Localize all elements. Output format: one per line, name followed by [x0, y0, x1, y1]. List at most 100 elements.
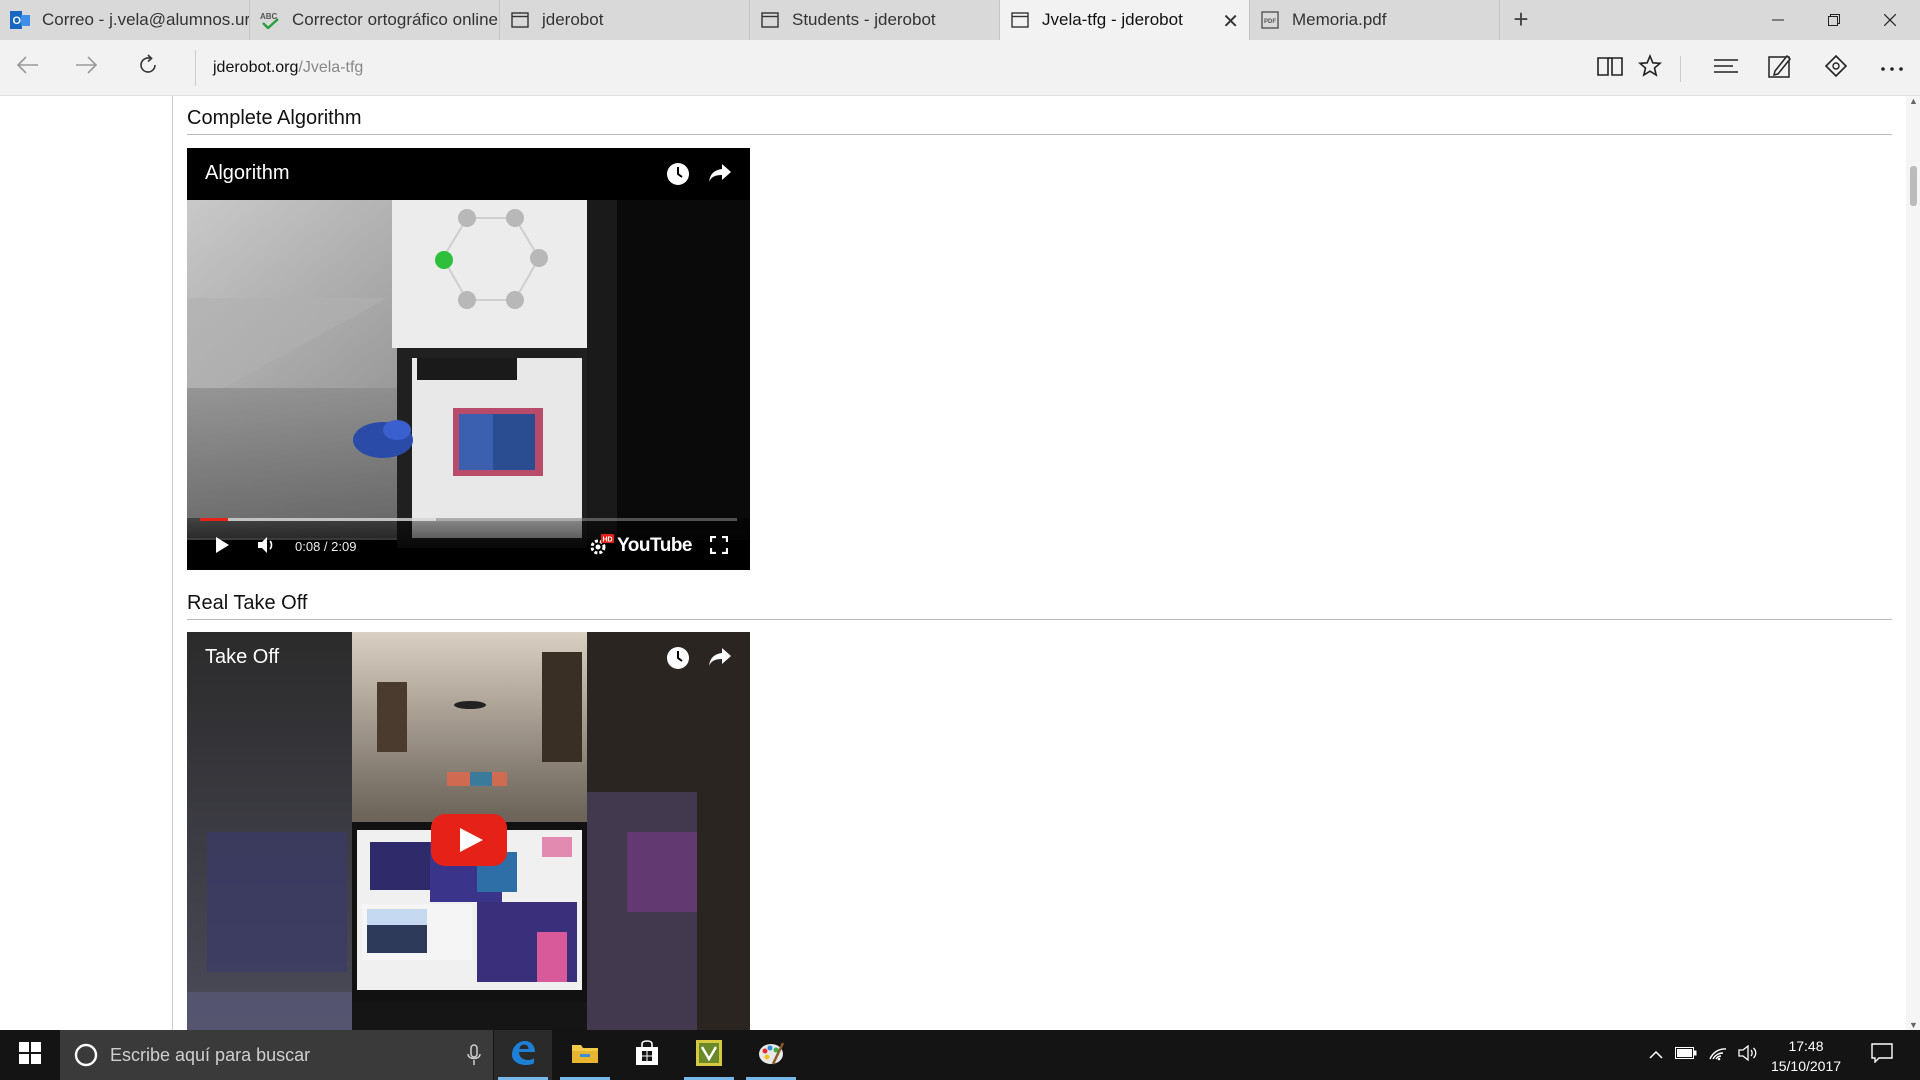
reading-view-button[interactable] — [1590, 50, 1630, 86]
close-tab-icon[interactable]: ✕ — [1222, 9, 1239, 34]
video-title: Algorithm — [205, 162, 290, 184]
section-divider — [187, 134, 1892, 135]
favorite-button[interactable] — [1630, 50, 1670, 86]
youtube-logo[interactable]: YouTube — [617, 535, 692, 557]
taskbar-app[interactable] — [680, 1030, 738, 1080]
paint-icon — [757, 1039, 785, 1072]
action-center-button[interactable] — [1862, 1030, 1902, 1080]
taskbar-edge[interactable] — [494, 1030, 552, 1080]
section-title-complete-algorithm: Complete Algorithm — [187, 107, 362, 129]
play-icon[interactable] — [213, 536, 231, 559]
section-title-real-take-off: Real Take Off — [187, 592, 308, 614]
chevron-up-icon — [1649, 1046, 1663, 1064]
fullscreen-icon[interactable] — [709, 535, 729, 559]
progress-track[interactable] — [200, 518, 737, 521]
scroll-up-arrow-icon[interactable]: ▲ — [1909, 96, 1918, 106]
forward-arrow-icon — [74, 54, 98, 82]
tab-label: Jvela-tfg - jderobot — [1042, 10, 1183, 29]
minimize-button[interactable] — [1750, 0, 1806, 40]
clock-icon[interactable] — [666, 162, 690, 191]
youtube-play-icon — [431, 814, 507, 870]
web-note-icon — [1767, 53, 1793, 84]
section-divider — [187, 619, 1892, 620]
page-icon — [510, 10, 530, 30]
show-hidden-icons-button[interactable] — [1644, 1030, 1668, 1080]
wifi-icon — [1708, 1045, 1728, 1066]
tab-students[interactable]: Students - jderobot — [750, 0, 1000, 40]
more-icon — [1880, 59, 1904, 77]
web-note-button[interactable] — [1760, 50, 1800, 86]
notification-icon — [1871, 1042, 1893, 1068]
pdf-icon: PDF — [1260, 10, 1280, 30]
refresh-icon — [136, 53, 160, 84]
microphone-icon[interactable] — [467, 1044, 481, 1071]
tab-jvela-tfg[interactable]: Jvela-tfg - jderobot ✕ — [1000, 0, 1250, 40]
share-button[interactable] — [1816, 50, 1856, 86]
tab-bar: O Correo - j.vela@alumnos.urj ABC Correc… — [0, 0, 1920, 40]
progress-played — [200, 518, 229, 521]
taskbar-paint[interactable] — [742, 1030, 800, 1080]
battery-icon — [1675, 1046, 1697, 1064]
navigation-bar: jderobot.org/Jvela-tfg — [0, 40, 1920, 96]
left-sidebar-border — [172, 96, 173, 1030]
youtube-play-button[interactable] — [431, 814, 507, 871]
taskbar-clock[interactable]: 17:48 15/10/2017 — [1756, 1036, 1856, 1076]
speaker-icon — [1738, 1044, 1758, 1066]
more-button[interactable] — [1872, 50, 1912, 86]
battery-status[interactable] — [1672, 1030, 1700, 1080]
address-bar[interactable]: jderobot.org/Jvela-tfg — [195, 50, 363, 86]
page-icon — [760, 10, 780, 30]
video-top-controls — [666, 162, 732, 191]
clock-date: 15/10/2017 — [1770, 1058, 1842, 1074]
toolbar-separator — [1680, 56, 1681, 82]
search-placeholder: Escribe aquí para buscar — [110, 1044, 311, 1065]
store-icon — [634, 1039, 660, 1071]
video-player-take-off[interactable]: Take Off — [187, 632, 750, 1030]
scroll-down-arrow-icon[interactable]: ▼ — [1909, 1020, 1918, 1030]
hub-button[interactable] — [1706, 50, 1746, 86]
favorite-star-icon — [1637, 53, 1663, 83]
taskbar-search[interactable]: Escribe aquí para buscar — [60, 1030, 493, 1080]
url-domain: jderobot.org — [213, 59, 299, 76]
hub-icon — [1713, 56, 1739, 81]
file-explorer-icon — [571, 1041, 599, 1070]
tab-outlook[interactable]: O Correo - j.vela@alumnos.urj — [0, 0, 250, 40]
network-status[interactable] — [1704, 1030, 1732, 1080]
restore-button[interactable] — [1806, 0, 1862, 40]
spellcheck-icon: ABC — [260, 10, 280, 30]
page-content: Complete Algorithm Algorithm 0:08 / 2:09… — [0, 96, 1920, 1030]
app-icon — [695, 1039, 723, 1072]
page-scrollbar[interactable]: ▲ ▼ — [1906, 96, 1920, 1030]
page-icon — [1010, 10, 1030, 30]
clock-icon[interactable] — [666, 646, 690, 675]
forward-button[interactable] — [66, 50, 106, 86]
start-button[interactable] — [0, 1030, 60, 1080]
share-arrow-icon[interactable] — [708, 646, 732, 675]
share-arrow-icon[interactable] — [708, 162, 732, 191]
tab-jderobot[interactable]: jderobot — [500, 0, 750, 40]
close-window-button[interactable] — [1862, 0, 1918, 40]
url-path: /Jvela-tfg — [298, 59, 364, 76]
tab-label: Memoria.pdf — [1292, 10, 1387, 29]
video-top-controls — [666, 646, 732, 675]
cortana-icon — [74, 1043, 98, 1067]
video-thumbnail-algorithm — [187, 148, 750, 548]
taskbar-file-explorer[interactable] — [556, 1030, 614, 1080]
volume-icon[interactable] — [257, 536, 277, 559]
new-tab-button[interactable]: + — [1506, 4, 1536, 35]
reading-view-icon — [1597, 55, 1623, 82]
hd-badge: HD — [603, 537, 613, 544]
video-title: Take Off — [205, 646, 280, 668]
windows-start-icon — [19, 1041, 41, 1069]
video-player-algorithm[interactable]: Algorithm 0:08 / 2:09 HD YouTube — [187, 148, 750, 570]
scrollbar-thumb[interactable] — [1910, 166, 1917, 206]
tab-memoria-pdf[interactable]: PDF Memoria.pdf — [1250, 0, 1500, 40]
back-button[interactable] — [8, 50, 48, 86]
settings-gear-icon[interactable]: HD — [589, 534, 615, 561]
svg-text:O: O — [13, 15, 22, 27]
taskbar-store[interactable] — [618, 1030, 676, 1080]
refresh-button[interactable] — [128, 50, 168, 86]
share-icon — [1823, 53, 1849, 84]
tab-corrector[interactable]: ABC Corrector ortográfico online — [250, 0, 500, 40]
edge-icon — [509, 1039, 537, 1072]
